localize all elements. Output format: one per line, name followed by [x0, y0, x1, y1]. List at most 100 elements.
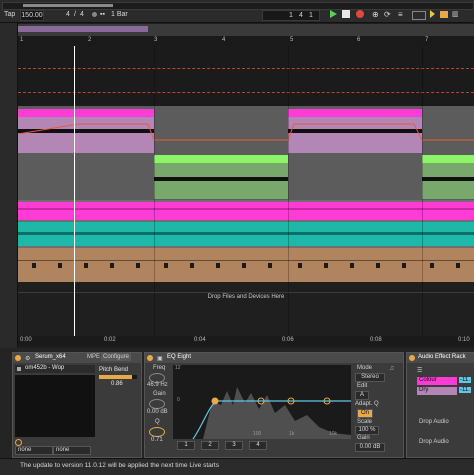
headphones-icon[interactable]: ♫ — [389, 365, 394, 372]
quantize-value[interactable]: 1 Bar — [111, 11, 128, 18]
instrument-device[interactable]: ⚙ Serum_x64 MPE Configure om452b - Wop P… — [12, 352, 142, 458]
scale-label: Scale — [357, 419, 373, 425]
band-2-button[interactable]: 2 — [201, 441, 219, 450]
expand-view-icon[interactable]: ▣ — [157, 355, 163, 362]
adapt-q-label: Adapt. Q — [355, 401, 379, 407]
lane-divider — [18, 292, 474, 293]
device-title: Audio Effect Rack — [418, 354, 466, 360]
audio-effect-rack[interactable]: Audio Effect Rack ☰ Colour -11. Dry -11.… — [406, 352, 474, 458]
preset-selector[interactable]: om452b - Wop — [15, 365, 95, 373]
signature-denominator[interactable]: 4 — [80, 11, 84, 18]
loop-switch-icon[interactable] — [412, 11, 426, 20]
automation-line[interactable] — [18, 92, 474, 94]
scale-value[interactable]: 100 % — [355, 426, 379, 435]
quantize-icon[interactable]: ▪▪ — [100, 11, 105, 18]
tempo-field[interactable]: 150.00 — [20, 10, 44, 21]
freq-label: Freq — [153, 365, 166, 371]
overview-strip[interactable] — [2, 2, 474, 10]
clip-waveform — [422, 177, 474, 181]
device-power-icon[interactable] — [147, 355, 153, 361]
chain-colour[interactable]: Colour — [417, 377, 457, 385]
band-1-button[interactable]: 1 — [177, 441, 195, 450]
band-3-button[interactable]: 3 — [225, 441, 243, 450]
track-lane-bass[interactable] — [18, 222, 474, 246]
signature-numerator[interactable]: 4 — [66, 11, 70, 18]
output-gain-value[interactable]: 0.00 dB — [355, 443, 385, 452]
clip-body[interactable] — [154, 163, 288, 199]
configure-button[interactable]: Configure — [101, 353, 132, 361]
automation-envelope[interactable] — [18, 106, 474, 154]
device-header[interactable]: ▣ EQ Eight — [145, 353, 403, 363]
expand-icon[interactable] — [15, 439, 22, 446]
metronome-icon[interactable] — [92, 12, 97, 17]
device-header[interactable]: ⚙ Serum_x64 MPE Configure — [13, 353, 141, 363]
bar-gridline — [288, 46, 289, 336]
time-tick: 0:00 — [20, 337, 32, 343]
draw-mode-icon[interactable] — [430, 10, 435, 18]
chain-volume[interactable]: -11. — [459, 377, 471, 383]
gain-knob[interactable] — [149, 399, 165, 409]
preset-icon — [17, 367, 21, 371]
track-lane-chords[interactable] — [18, 202, 474, 220]
q-label: Q — [155, 419, 160, 425]
track-lane-lead[interactable] — [18, 154, 474, 200]
capture-icon[interactable]: ≡ — [398, 10, 403, 19]
automation-line[interactable] — [18, 68, 474, 70]
clip-header[interactable] — [154, 155, 288, 163]
param-slider-fill — [99, 375, 132, 379]
chain-list-icon[interactable]: ☰ — [417, 367, 422, 374]
eq-curve[interactable] — [173, 365, 351, 439]
clip-grid — [18, 260, 474, 261]
preset-name: om452b - Wop — [25, 365, 65, 371]
chain-volume[interactable]: -11. — [459, 387, 471, 393]
drop-files-hint: Drop Files and Devices Here — [207, 294, 285, 300]
wrench-icon[interactable]: ⚙ — [25, 355, 30, 362]
overview-region — [23, 4, 113, 7]
status-message: The update to version 11.0.12 will be ap… — [20, 462, 219, 469]
arrangement-view[interactable]: Drop Files and Devices Here — [18, 46, 474, 336]
loop-icon[interactable]: ⟳ — [384, 10, 391, 19]
freq-value: 46.9 Hz — [147, 382, 168, 388]
mode-dropdown[interactable]: Stereo — [355, 373, 385, 382]
eq-display[interactable]: 12 0 100 1k 10k — [173, 365, 351, 439]
adapt-q-toggle[interactable]: On — [357, 409, 373, 418]
plugin-display — [15, 375, 95, 437]
play-icon[interactable] — [330, 10, 337, 18]
device-power-icon[interactable] — [15, 355, 21, 361]
q-knob[interactable] — [149, 427, 165, 437]
param-slider[interactable] — [99, 375, 137, 379]
edit-a-button[interactable]: A — [355, 391, 369, 400]
dropdown-a[interactable]: none — [15, 446, 53, 455]
chain-name: Colour — [419, 377, 437, 383]
key-map-icon[interactable]: ▥ — [452, 10, 459, 18]
device-power-icon[interactable] — [409, 355, 415, 361]
clip-header[interactable] — [422, 155, 474, 163]
clip-overview-a — [18, 26, 148, 32]
position-beat: 4 — [299, 12, 303, 19]
track-lane-audio[interactable] — [18, 46, 474, 106]
bar-number: 1 — [20, 37, 24, 43]
record-icon[interactable] — [356, 10, 364, 18]
playhead[interactable] — [74, 46, 75, 336]
chain-name: Dry — [419, 387, 429, 393]
stop-icon[interactable] — [342, 10, 350, 18]
eq-eight-device[interactable]: ▣ EQ Eight Freq 46.9 Hz Gain 0.00 dB Q 0… — [144, 352, 404, 458]
gain-value: 0.00 dB — [147, 409, 168, 415]
mpe-toggle[interactable]: MPE — [87, 354, 100, 360]
tap-button[interactable]: Tap — [4, 11, 15, 18]
chain-dry[interactable]: Dry — [417, 387, 457, 395]
clip-body[interactable] — [422, 163, 474, 199]
time-tick: 0:02 — [104, 337, 116, 343]
band-4-button[interactable]: 4 — [249, 441, 267, 450]
arrangement-view-icon[interactable] — [440, 11, 448, 18]
track-lane-pad[interactable] — [18, 106, 474, 154]
device-header[interactable]: Audio Effect Rack — [407, 353, 474, 363]
overdub-icon[interactable]: ⊕ — [372, 10, 379, 19]
time-ruler[interactable]: 0:00 0:02 0:04 0:06 0:08 0:10 — [18, 336, 474, 346]
track-lane-empty[interactable] — [18, 282, 474, 336]
dropdown-b[interactable]: none — [53, 446, 91, 455]
drop-audio-hint: Drop Audio — [419, 439, 449, 445]
arrangement-position[interactable]: 1 4 1 — [262, 10, 320, 21]
freq-tick: 10k — [329, 431, 338, 437]
status-bar: The update to version 11.0.12 will be ap… — [0, 458, 474, 475]
